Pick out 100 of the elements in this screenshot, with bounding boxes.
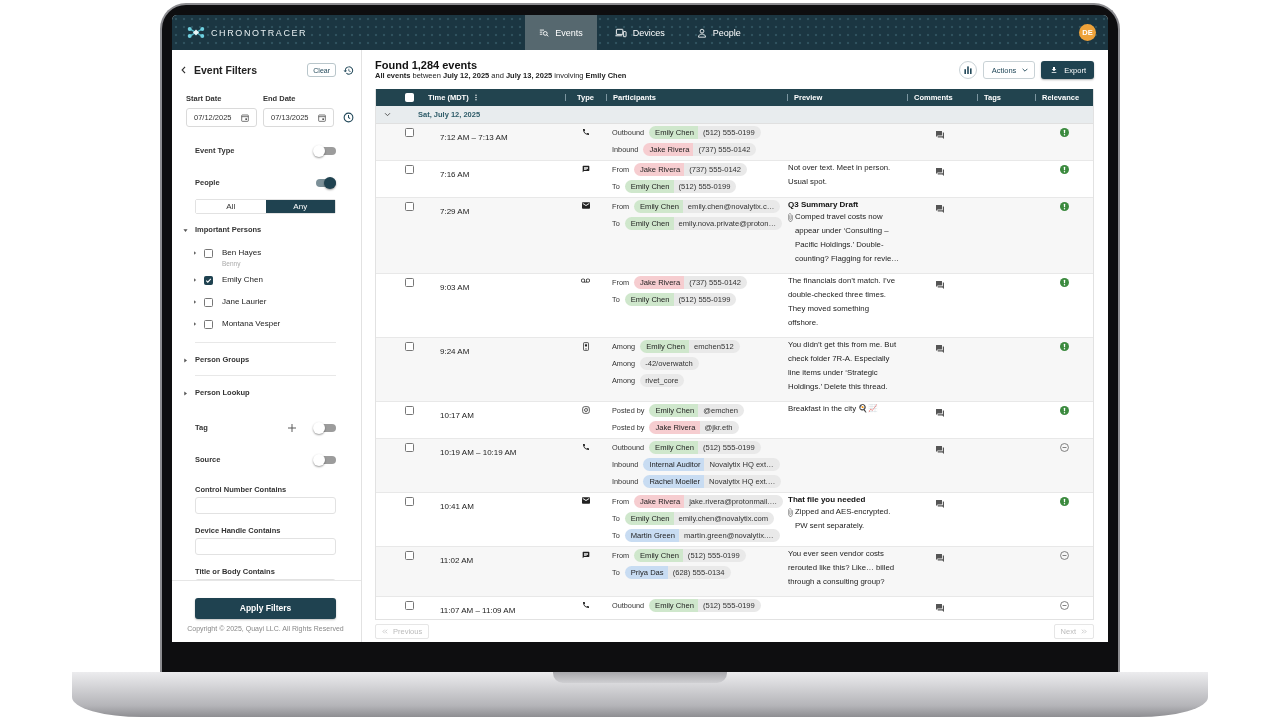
comments-icon[interactable] bbox=[936, 281, 944, 289]
preview-title: That file you needed bbox=[788, 494, 867, 505]
event-row[interactable] bbox=[376, 198, 1093, 274]
dots-logo-icon bbox=[187, 26, 205, 39]
toggle-switch[interactable] bbox=[313, 145, 336, 157]
row-checkbox[interactable] bbox=[405, 342, 414, 351]
message-icon bbox=[581, 551, 590, 559]
apply-filters-button[interactable]: Apply Filters bbox=[195, 597, 336, 619]
row-checkbox[interactable] bbox=[405, 278, 414, 287]
event-time: 7:12 AM – 7:13 AM bbox=[440, 133, 508, 142]
caret-right-icon[interactable] bbox=[183, 390, 188, 396]
event-time: 9:03 AM bbox=[440, 283, 470, 292]
alert-icon[interactable] bbox=[1059, 406, 1069, 415]
mail-icon bbox=[581, 202, 590, 209]
nav-tab[interactable]: People bbox=[682, 15, 755, 50]
alert-icon[interactable] bbox=[1059, 202, 1069, 211]
calendar-icon bbox=[318, 113, 326, 122]
chevron-down-icon bbox=[1022, 68, 1029, 72]
segmented-option[interactable]: Any bbox=[265, 200, 335, 213]
comments-icon[interactable] bbox=[936, 446, 944, 454]
event-time: 11:07 AM – 11:09 AM bbox=[440, 606, 516, 615]
row-checkbox[interactable] bbox=[405, 443, 414, 452]
minus-circle-icon[interactable] bbox=[1059, 551, 1069, 560]
double-chevron-left-icon bbox=[382, 629, 388, 634]
select-all-checkbox[interactable] bbox=[405, 93, 414, 102]
person-name: Jane Laurier bbox=[222, 296, 267, 308]
row-checkbox[interactable] bbox=[405, 601, 414, 610]
toggle-switch[interactable] bbox=[313, 454, 336, 466]
event-time: 10:17 AM bbox=[440, 411, 474, 420]
phone-icon bbox=[581, 443, 590, 451]
list-search-icon bbox=[539, 27, 550, 38]
checkbox[interactable] bbox=[204, 248, 213, 258]
chart-view-button[interactable] bbox=[958, 61, 977, 79]
person-name: Emily Chen bbox=[222, 274, 263, 286]
person-name: Montana Vesper bbox=[222, 318, 281, 330]
more-vertical-icon[interactable] bbox=[474, 94, 477, 101]
alert-icon[interactable] bbox=[1059, 128, 1069, 137]
history-icon[interactable] bbox=[343, 64, 354, 76]
comments-icon[interactable] bbox=[936, 345, 944, 353]
devices-icon bbox=[614, 27, 627, 38]
caret-down-icon[interactable] bbox=[183, 227, 188, 233]
comments-icon[interactable] bbox=[936, 554, 944, 562]
alert-icon[interactable] bbox=[1059, 497, 1069, 506]
checkbox[interactable] bbox=[204, 297, 213, 307]
checkbox[interactable] bbox=[204, 319, 213, 329]
caret-right-icon[interactable] bbox=[183, 357, 188, 363]
alert-icon[interactable] bbox=[1059, 165, 1069, 174]
comments-icon[interactable] bbox=[936, 500, 944, 508]
double-chevron-right-icon bbox=[1081, 629, 1087, 634]
person-name: Ben Hayes bbox=[222, 247, 262, 259]
camera-icon bbox=[581, 406, 590, 414]
chevron-down-icon[interactable] bbox=[384, 111, 391, 118]
row-checkbox[interactable] bbox=[405, 551, 414, 560]
row-checkbox[interactable] bbox=[405, 165, 414, 174]
input-field[interactable] bbox=[195, 497, 336, 514]
preview-title: Q3 Summary Draft bbox=[788, 199, 860, 210]
row-checkbox[interactable] bbox=[405, 406, 414, 415]
download-icon bbox=[1050, 66, 1059, 74]
event-time: 9:24 AM bbox=[440, 347, 470, 356]
input-field[interactable] bbox=[195, 538, 336, 555]
caret-right-icon[interactable] bbox=[193, 322, 197, 326]
minus-circle-icon[interactable] bbox=[1059, 601, 1069, 610]
phone-icon bbox=[581, 128, 590, 136]
minus-circle-icon[interactable] bbox=[1059, 443, 1069, 452]
message-icon bbox=[581, 165, 590, 173]
event-time: 10:41 AM bbox=[440, 502, 474, 511]
nav-tab[interactable]: Devices bbox=[600, 15, 679, 50]
plus-icon[interactable] bbox=[288, 424, 296, 432]
brand-name: CHRONOTRACER bbox=[211, 27, 308, 38]
event-time: 7:16 AM bbox=[440, 170, 470, 179]
comments-icon[interactable] bbox=[936, 409, 944, 417]
results-title: Found 1,284 events bbox=[375, 59, 479, 71]
comments-icon[interactable] bbox=[936, 604, 944, 612]
panel-title: Event Filters bbox=[194, 64, 259, 76]
comments-icon[interactable] bbox=[936, 131, 944, 139]
caret-right-icon[interactable] bbox=[193, 300, 197, 304]
mobile-phone-icon bbox=[582, 342, 589, 351]
calendar-icon bbox=[241, 113, 249, 122]
toggle-switch[interactable] bbox=[313, 422, 336, 434]
row-checkbox[interactable] bbox=[405, 497, 414, 506]
alert-icon[interactable] bbox=[1059, 342, 1069, 351]
chevron-left-icon[interactable] bbox=[181, 66, 186, 74]
person-icon bbox=[696, 27, 707, 38]
bar-chart-icon bbox=[963, 66, 972, 74]
phone-icon bbox=[581, 601, 590, 609]
row-checkbox[interactable] bbox=[405, 128, 414, 137]
row-checkbox[interactable] bbox=[405, 202, 414, 211]
comments-icon[interactable] bbox=[936, 168, 944, 176]
clock-icon[interactable] bbox=[343, 112, 354, 123]
event-time: 11:02 AM bbox=[440, 556, 474, 565]
checkbox[interactable] bbox=[204, 275, 213, 285]
caret-right-icon[interactable] bbox=[193, 278, 197, 282]
event-time: 7:29 AM bbox=[440, 207, 470, 216]
nav-tab[interactable]: Events bbox=[525, 15, 597, 50]
voicemail-icon bbox=[581, 278, 590, 283]
caret-right-icon[interactable] bbox=[193, 251, 197, 255]
comments-icon[interactable] bbox=[936, 205, 944, 213]
event-time: 10:19 AM – 10:19 AM bbox=[440, 448, 517, 457]
mail-icon bbox=[581, 497, 590, 504]
alert-icon[interactable] bbox=[1059, 278, 1069, 287]
